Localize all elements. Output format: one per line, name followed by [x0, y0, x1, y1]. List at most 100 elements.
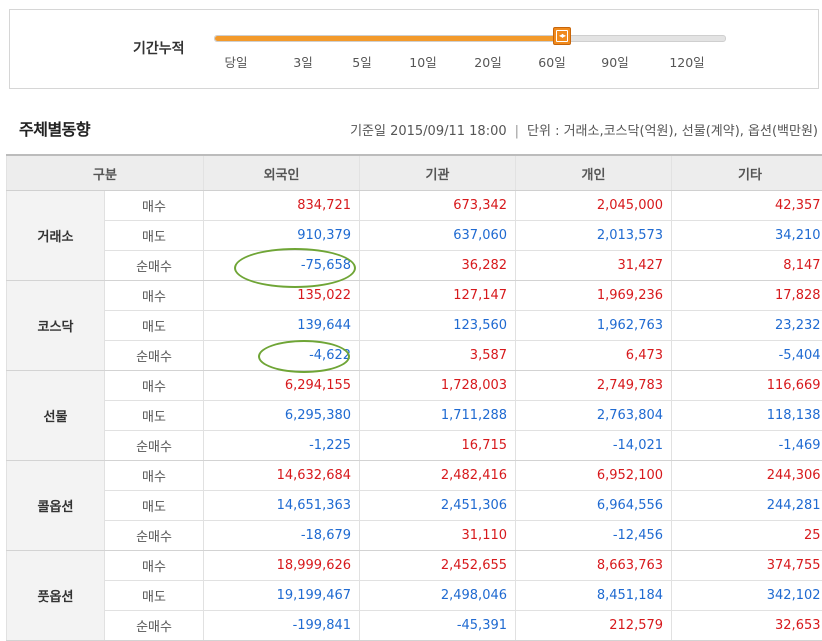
table-cell: 127,147 [360, 281, 516, 311]
row-label: 매수 [105, 551, 204, 581]
table-cell: 135,022 [204, 281, 360, 311]
table-cell: 19,199,467 [204, 581, 360, 611]
period-label: 기간누적 [133, 38, 185, 58]
row-label: 매수 [105, 461, 204, 491]
period-slider-handle[interactable]: ◂▸ [553, 27, 571, 45]
table-cell: 17,828 [672, 281, 822, 311]
table-cell: 6,294,155 [204, 371, 360, 401]
row-label: 순매수 [105, 431, 204, 461]
table-cell: -75,658 [204, 251, 360, 281]
row-label: 매수 [105, 371, 204, 401]
table-row: 매도19,199,4672,498,0468,451,184342,102 [7, 581, 822, 611]
row-label: 순매수 [105, 521, 204, 551]
table-row: 코스닥매수135,022127,1471,969,23617,828 [7, 281, 822, 311]
table-cell: 212,579 [516, 611, 672, 641]
period-tick[interactable]: 당일 [211, 52, 261, 71]
table-row: 매도139,644123,5601,962,76323,232 [7, 311, 822, 341]
table-cell: 3,587 [360, 341, 516, 371]
group-label: 코스닥 [7, 281, 105, 371]
table-cell: 23,232 [672, 311, 822, 341]
header-category: 구분 [7, 155, 204, 191]
table-cell: 16,715 [360, 431, 516, 461]
period-tick[interactable]: 5일 [337, 52, 387, 71]
section-meta: 기준일 2015/09/11 18:00|단위 : 거래소,코스닥(억원), 선… [350, 120, 818, 139]
header-institution: 기관 [360, 155, 516, 191]
table-cell: -1,469 [672, 431, 822, 461]
table-row: 순매수-18,67931,110-12,45625 [7, 521, 822, 551]
table-cell: 637,060 [360, 221, 516, 251]
table-cell: 1,962,763 [516, 311, 672, 341]
table-cell: 8,147 [672, 251, 822, 281]
table-cell: 1,728,003 [360, 371, 516, 401]
table-cell: 2,749,783 [516, 371, 672, 401]
table-cell: 116,669 [672, 371, 822, 401]
table-cell: -5,404 [672, 341, 822, 371]
table-cell: -4,622 [204, 341, 360, 371]
investor-trend-table: 구분 외국인 기관 개인 기타 거래소매수834,721673,3422,045… [6, 154, 822, 641]
table-row: 순매수-75,65836,28231,4278,147 [7, 251, 822, 281]
header-individual: 개인 [516, 155, 672, 191]
row-label: 매도 [105, 311, 204, 341]
table-row: 순매수-199,841-45,391212,57932,653 [7, 611, 822, 641]
table-row: 순매수-1,22516,715-14,021-1,469 [7, 431, 822, 461]
table-cell: 6,295,380 [204, 401, 360, 431]
period-slider-track[interactable]: ◂▸ [214, 35, 726, 42]
period-tick[interactable]: 90일 [590, 52, 640, 71]
period-selector-panel: 기간누적 ◂▸ 당일 3일 5일 10일 20일 60일 90일 120일 [9, 9, 819, 89]
group-label: 선물 [7, 371, 105, 461]
table-cell: 244,306 [672, 461, 822, 491]
row-label: 매수 [105, 191, 204, 221]
table-cell: -12,456 [516, 521, 672, 551]
table-cell: 2,451,306 [360, 491, 516, 521]
table-cell: 6,952,100 [516, 461, 672, 491]
table-cell: -1,225 [204, 431, 360, 461]
table-cell: 31,110 [360, 521, 516, 551]
table-cell: 673,342 [360, 191, 516, 221]
table-row: 거래소매수834,721673,3422,045,00042,357 [7, 191, 822, 221]
period-tick[interactable]: 3일 [278, 52, 328, 71]
table-cell: 834,721 [204, 191, 360, 221]
table-row: 콜옵션매수14,632,6842,482,4166,952,100244,306 [7, 461, 822, 491]
row-label: 매도 [105, 581, 204, 611]
table-row: 선물매수6,294,1551,728,0032,749,783116,669 [7, 371, 822, 401]
table-cell: 8,663,763 [516, 551, 672, 581]
table-cell: 31,427 [516, 251, 672, 281]
period-tick[interactable]: 10일 [398, 52, 448, 71]
row-label: 순매수 [105, 341, 204, 371]
table-cell: 14,632,684 [204, 461, 360, 491]
row-label: 순매수 [105, 251, 204, 281]
row-label: 매수 [105, 281, 204, 311]
group-label: 풋옵션 [7, 551, 105, 641]
row-label: 매도 [105, 401, 204, 431]
table-cell: 374,755 [672, 551, 822, 581]
table-cell: 34,210 [672, 221, 822, 251]
table-cell: -45,391 [360, 611, 516, 641]
period-tick[interactable]: 60일 [527, 52, 577, 71]
table-cell: 14,651,363 [204, 491, 360, 521]
table-cell: 1,711,288 [360, 401, 516, 431]
table-cell: 36,282 [360, 251, 516, 281]
table-cell: 2,013,573 [516, 221, 672, 251]
period-tick[interactable]: 20일 [463, 52, 513, 71]
header-other: 기타 [672, 155, 822, 191]
table-cell: 2,452,655 [360, 551, 516, 581]
table-cell: -18,679 [204, 521, 360, 551]
row-label: 매도 [105, 221, 204, 251]
left-right-arrows-icon: ◂▸ [554, 28, 570, 44]
table-row: 풋옵션매수18,999,6262,452,6558,663,763374,755 [7, 551, 822, 581]
row-label: 매도 [105, 491, 204, 521]
table-row: 매도910,379637,0602,013,57334,210 [7, 221, 822, 251]
table-cell: 342,102 [672, 581, 822, 611]
table-cell: 118,138 [672, 401, 822, 431]
table-cell: 42,357 [672, 191, 822, 221]
table-cell: 1,969,236 [516, 281, 672, 311]
table-cell: 25 [672, 521, 822, 551]
table-row: 매도14,651,3632,451,3066,964,556244,281 [7, 491, 822, 521]
group-label: 거래소 [7, 191, 105, 281]
table-cell: 6,473 [516, 341, 672, 371]
table-cell: 2,498,046 [360, 581, 516, 611]
base-date: 기준일 2015/09/11 18:00 [350, 124, 507, 139]
period-tick[interactable]: 120일 [662, 52, 712, 71]
table-cell: 8,451,184 [516, 581, 672, 611]
group-label: 콜옵션 [7, 461, 105, 551]
